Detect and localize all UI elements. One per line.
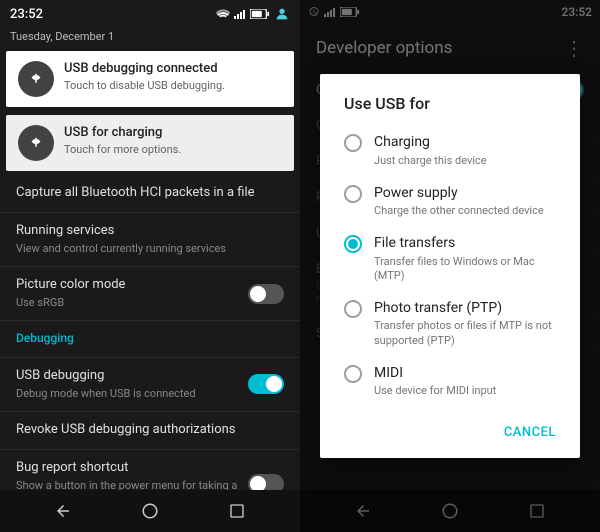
left-settings-color[interactable]: Picture color mode Use sRGB: [0, 267, 300, 321]
dialog-actions: CANCEL: [320, 415, 580, 458]
usb-debug-toggle[interactable]: [248, 374, 284, 394]
option-file-label: File transfers: [374, 234, 556, 252]
option-file-desc: Transfer files to Windows or Mac (MTP): [374, 255, 556, 284]
dialog-option-file-transfers[interactable]: File transfers Transfer files to Windows…: [320, 226, 580, 291]
option-charging-desc: Just charge this device: [374, 154, 487, 168]
left-panel: 23:52 Tuesda: [0, 0, 300, 532]
radio-photo-transfer[interactable]: [344, 300, 362, 318]
left-date: Tuesday, December 1: [0, 28, 300, 47]
left-settings-usb-debug[interactable]: USB debugging Debug mode when USB is con…: [0, 358, 300, 412]
left-time: 23:52: [10, 7, 43, 22]
usb-charge-sub: Touch for more options.: [64, 143, 181, 157]
radio-charging[interactable]: [344, 134, 362, 152]
usb-debug-sub: Touch to disable USB debugging.: [64, 79, 225, 93]
left-settings-revoke[interactable]: Revoke USB debugging authorizations: [0, 412, 300, 450]
dialog-title: Use USB for: [320, 74, 580, 125]
usb-charge-text: USB for charging Touch for more options.: [64, 125, 181, 157]
use-usb-dialog: Use USB for Charging Just charge this de…: [320, 74, 580, 457]
option-power-desc: Charge the other connected device: [374, 204, 544, 218]
left-nav-bar: [0, 490, 300, 532]
usb-debug-title: USB debugging connected: [64, 61, 225, 78]
battery-icon: [250, 9, 270, 19]
left-settings-bluetooth[interactable]: Capture all Bluetooth HCI packets in a f…: [0, 175, 300, 213]
usb-charge-icon: [18, 125, 54, 161]
left-status-bar: 23:52: [0, 0, 300, 28]
left-settings-list: Capture all Bluetooth HCI packets in a f…: [0, 175, 300, 490]
radio-midi[interactable]: [344, 365, 362, 383]
dialog-option-photo-transfer[interactable]: Photo transfer (PTP) Transfer photos or …: [320, 291, 580, 356]
dialog-option-charging[interactable]: Charging Just charge this device: [320, 125, 580, 175]
left-status-icons: [216, 6, 290, 22]
person-icon: [274, 6, 290, 22]
left-settings-running[interactable]: Running services View and control curren…: [0, 213, 300, 267]
left-back-button[interactable]: [43, 491, 83, 531]
usb-charge-title: USB for charging: [64, 125, 181, 142]
dialog-overlay: Use USB for Charging Just charge this de…: [300, 0, 600, 532]
radio-power-supply[interactable]: [344, 185, 362, 203]
left-settings-debugging-header: Debugging: [0, 321, 300, 358]
left-recents-button[interactable]: [217, 491, 257, 531]
left-home-button[interactable]: [130, 491, 170, 531]
wifi-icon: [216, 9, 230, 19]
usb-debug-icon: [18, 61, 54, 97]
option-charging-label: Charging: [374, 133, 487, 151]
bug-report-toggle[interactable]: [248, 474, 284, 490]
radio-file-transfers[interactable]: [344, 235, 362, 253]
usb-debug-text: USB debugging connected Touch to disable…: [64, 61, 225, 93]
option-midi-desc: Use device for MIDI input: [374, 384, 496, 398]
cancel-button[interactable]: CANCEL: [496, 419, 564, 446]
option-photo-desc: Transfer photos or files if MTP is not s…: [374, 319, 556, 348]
left-settings-bug-report[interactable]: Bug report shortcut Show a button in the…: [0, 450, 300, 490]
usb-debug-notification[interactable]: USB debugging connected Touch to disable…: [6, 51, 294, 107]
dialog-option-midi[interactable]: MIDI Use device for MIDI input: [320, 356, 580, 406]
right-panel: 23:52 Developer options ⋮ On C R P U Bug…: [300, 0, 600, 532]
option-midi-label: MIDI: [374, 364, 496, 382]
dialog-options: Charging Just charge this device Power s…: [320, 125, 580, 414]
usb-charge-notification[interactable]: USB for charging Touch for more options.: [6, 115, 294, 171]
signal-icon: [234, 9, 246, 19]
option-photo-label: Photo transfer (PTP): [374, 299, 556, 317]
dialog-option-power-supply[interactable]: Power supply Charge the other connected …: [320, 176, 580, 226]
option-power-label: Power supply: [374, 184, 544, 202]
color-toggle[interactable]: [248, 284, 284, 304]
